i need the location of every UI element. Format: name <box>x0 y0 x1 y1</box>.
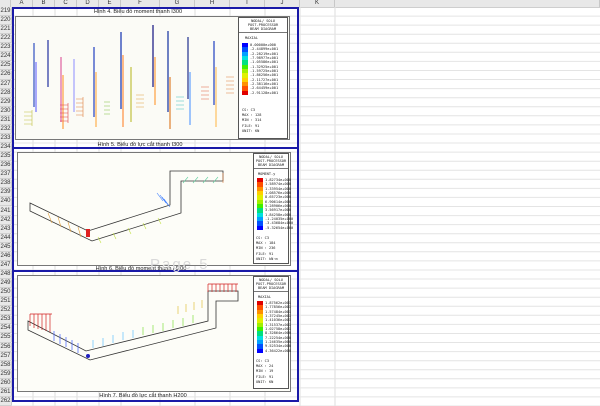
row-header-229[interactable]: 229 <box>0 98 11 107</box>
legend-swatch <box>257 348 263 353</box>
legend-scale: 0.00000e+000 -2.44899e+001 -2.28219e+001 -7… <box>239 43 289 95</box>
beam-axial-plot <box>27 283 239 361</box>
column-header-c[interactable]: C <box>55 0 77 7</box>
figure-4-legend: NODAL/ SOLU POST-PROCESSOR BEAM DIAGRAM MA… <box>238 17 288 139</box>
legend-scale: 1.87562e+001 1.77856e+001 1.57484e+001 1.37… <box>254 301 291 353</box>
row-header-230[interactable]: 230 <box>0 107 11 116</box>
row-header-233[interactable]: 233 <box>0 134 11 144</box>
legend-swatch <box>257 225 263 230</box>
row-header-245[interactable]: 245 <box>0 243 11 252</box>
row-header-219[interactable]: 219 <box>0 7 11 17</box>
figure-6-image[interactable] <box>17 152 291 266</box>
row-header-248[interactable]: 248 <box>0 270 11 280</box>
row-header-231[interactable]: 231 <box>0 116 11 125</box>
column-header-j[interactable]: J <box>265 0 300 7</box>
column-header-f[interactable]: F <box>121 0 160 7</box>
figure-4-caption: Hình 4. Biểu đồ moment thanh I300 <box>93 9 183 15</box>
legend-header-line: BEAM DIAGRAM <box>258 285 284 290</box>
column-header-h[interactable]: H <box>195 0 230 7</box>
legend-info-line: UNIT: KN <box>242 128 260 133</box>
row-header-226[interactable]: 226 <box>0 70 11 80</box>
row-header-253[interactable]: 253 <box>0 315 11 325</box>
figure-7-caption: Hình 7. Biểu đồ lực cắt thanh H200 <box>99 393 187 399</box>
legend-header-line: BEAM DIAGRAM <box>250 26 276 31</box>
row-header-249[interactable]: 249 <box>0 279 11 289</box>
row-header-228[interactable]: 228 <box>0 89 11 98</box>
row-header-237[interactable]: 237 <box>0 170 11 180</box>
row-header-258[interactable]: 258 <box>0 361 11 370</box>
row-header-240[interactable]: 240 <box>0 197 11 207</box>
legend-component: MAXIAL <box>245 36 258 40</box>
row-header-220[interactable]: 220 <box>0 16 11 26</box>
row-header-232[interactable]: 232 <box>0 125 11 134</box>
figure-7-image[interactable] <box>17 275 291 392</box>
row-header-252[interactable]: 252 <box>0 306 11 316</box>
legend-swatch <box>242 90 248 95</box>
row-header-227[interactable]: 227 <box>0 80 11 89</box>
row-header-250[interactable]: 250 <box>0 288 11 298</box>
row-header-225[interactable]: 225 <box>0 61 11 71</box>
row-header-255[interactable]: 255 <box>0 333 11 343</box>
row-header-260[interactable]: 260 <box>0 379 11 388</box>
legend-value: 4.36422e+000 <box>265 348 291 353</box>
legend-value: -5.32654e+000 <box>265 225 294 230</box>
select-all-corner[interactable] <box>0 0 11 7</box>
column-header-k[interactable]: K <box>300 0 335 7</box>
column-header-empty <box>335 0 600 7</box>
row-header-223[interactable]: 223 <box>0 43 11 53</box>
legend-info-line: UNIT: kN·m <box>256 256 278 261</box>
row-header-254[interactable]: 254 <box>0 324 11 334</box>
column-header-e[interactable]: E <box>99 0 121 7</box>
row-header-235[interactable]: 235 <box>0 152 11 162</box>
row-header-244[interactable]: 244 <box>0 234 11 243</box>
column-header-i[interactable]: I <box>230 0 265 7</box>
row-header-238[interactable]: 238 <box>0 179 11 189</box>
row-header-241[interactable]: 241 <box>0 207 11 216</box>
beam-moment-plot <box>29 170 224 244</box>
row-header-261[interactable]: 261 <box>0 388 11 397</box>
row-header-236[interactable]: 236 <box>0 161 11 171</box>
row-header-222[interactable]: 222 <box>0 34 11 44</box>
row-header-257[interactable]: 257 <box>0 352 11 361</box>
column-header-g[interactable]: G <box>160 0 195 7</box>
row-header-259[interactable]: 259 <box>0 370 11 379</box>
row-header-246[interactable]: 246 <box>0 252 11 261</box>
legend-header-line: BEAM DIAGRAM <box>258 162 284 167</box>
legend-info-line: UNIT: KN <box>256 379 274 384</box>
row-header-243[interactable]: 243 <box>0 225 11 234</box>
row-header-234[interactable]: 234 <box>0 143 11 153</box>
row-header-224[interactable]: 224 <box>0 52 11 62</box>
legend-value: -2.91128e+001 <box>250 90 279 95</box>
legend-component: MOMENT-y <box>258 172 276 176</box>
page-watermark: Page 5 <box>150 256 210 273</box>
row-header-262[interactable]: 262 <box>0 397 11 406</box>
column-header-a[interactable]: A <box>11 0 33 7</box>
row-header-239[interactable]: 239 <box>0 188 11 198</box>
row-header-221[interactable]: 221 <box>0 25 11 35</box>
column-header-b[interactable]: B <box>33 0 55 7</box>
row-header-256[interactable]: 256 <box>0 343 11 352</box>
figure-5-caption: Hình 5. Biểu đồ lực cắt thanh I300 <box>97 142 183 148</box>
column-header-d[interactable]: D <box>77 0 99 7</box>
figure-7-legend: NODAL/ SOLU POST-PROCESSOR BEAM DIAGRAM MA… <box>253 276 291 389</box>
row-header-247[interactable]: 247 <box>0 261 11 270</box>
row-header-251[interactable]: 251 <box>0 297 11 307</box>
legend-component: MAXIAL <box>258 295 271 299</box>
figure-6-legend: NODAL/ SOLU POST-PROCESSOR BEAM DIAGRAM MO… <box>253 153 294 264</box>
row-header-242[interactable]: 242 <box>0 216 11 225</box>
legend-scale: 1.82734e+000 1.58974e+000 1.33954e+000 1.08… <box>254 178 294 230</box>
